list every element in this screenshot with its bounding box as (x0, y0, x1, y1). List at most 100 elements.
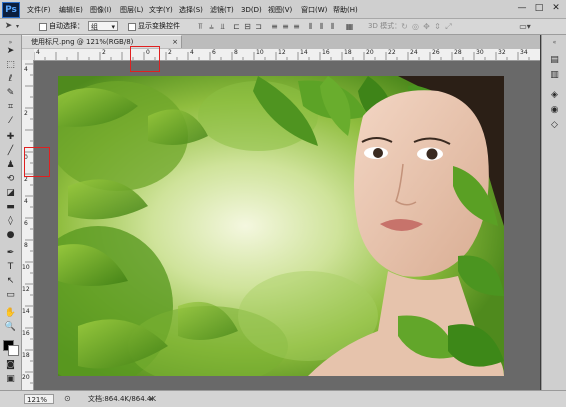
photo-leaves-woman (58, 76, 504, 376)
3d-slide-icon[interactable]: ⇕ (433, 22, 442, 31)
history-panel-icon[interactable]: ▤ (548, 55, 561, 66)
status-arrow-icon[interactable]: ▸ (150, 394, 154, 404)
ruler-v-label: 4 (24, 66, 28, 73)
align-hcenter-icon[interactable]: ⊟ (243, 22, 252, 31)
status-info-icon[interactable]: ⊙ (64, 394, 74, 404)
align-vcenter-icon[interactable]: ⫨ (207, 22, 216, 31)
show-transform-label: 显示变换控件 (138, 22, 180, 30)
ruler-h-label: 8 (234, 49, 238, 56)
eraser-icon[interactable]: ◪ (4, 188, 17, 199)
auto-align-icon[interactable]: ▦ (345, 22, 354, 31)
ruler-v-label: 8 (24, 242, 28, 249)
zoom-field[interactable]: 121% (24, 394, 54, 404)
3d-drag-icon[interactable]: ✥ (422, 22, 431, 31)
minimize-button[interactable]: — (515, 3, 529, 15)
menu-image[interactable]: 图像(I) (90, 4, 112, 16)
ruler-h-ticks (34, 52, 530, 60)
document-tab-title: 使用标尺.png @ 121%(RGB/8) (31, 38, 134, 46)
show-transform-checkbox[interactable] (128, 23, 136, 31)
move-tool-preset-icon[interactable]: ➤ (4, 22, 13, 31)
screen-mode-icon[interactable]: ▣ (4, 374, 17, 385)
menu-filter[interactable]: 滤镜(T) (210, 4, 234, 16)
distribute-right-icon[interactable]: ⦀ (328, 22, 337, 31)
background-color-swatch[interactable] (8, 345, 19, 356)
healing-icon[interactable]: ✚ (4, 132, 17, 143)
align-bottom-icon[interactable]: ⫫ (218, 22, 227, 31)
chevron-down-icon[interactable]: ▾ (13, 22, 22, 31)
align-right-icon[interactable]: ⊐ (254, 22, 263, 31)
zoom-icon[interactable]: 🔍 (4, 322, 17, 333)
hand-icon[interactable]: ✋ (4, 308, 17, 319)
align-left-icon[interactable]: ⊏ (232, 22, 241, 31)
right-panel-dock: « ▤ ▥ ◈ ◉ ◇ (541, 35, 566, 390)
gradient-icon[interactable]: ▬ (4, 202, 17, 213)
close-button[interactable]: ✕ (549, 3, 563, 15)
distribute-vcenter-icon[interactable]: ≡ (281, 22, 290, 31)
tab-bar: 使用标尺.png @ 121%(RGB/8) × (22, 35, 540, 50)
brush-icon[interactable]: ╱ (4, 146, 17, 157)
3d-roll-icon[interactable]: ◎ (411, 22, 420, 31)
menu-3d[interactable]: 3D(D) (241, 4, 262, 16)
ruler-h-label: 16 (322, 49, 330, 56)
maximize-button[interactable]: □ (532, 3, 546, 15)
expand-panels-icon[interactable]: « (548, 37, 561, 48)
menu-help[interactable]: 帮助(H) (333, 4, 358, 16)
clone-stamp-icon[interactable]: ♟ (4, 160, 17, 171)
pen-icon[interactable]: ✒ (4, 248, 17, 259)
menu-view[interactable]: 视图(V) (268, 4, 292, 16)
channels-panel-icon[interactable]: ◉ (548, 105, 561, 116)
ruler-h-label: 22 (388, 49, 396, 56)
type-icon[interactable]: T (4, 262, 17, 273)
ruler-h-label: 20 (366, 49, 374, 56)
auto-select-checkbox[interactable] (39, 23, 47, 31)
tab-close-icon[interactable]: × (172, 36, 178, 49)
document-window: 使用标尺.png @ 121%(RGB/8) × 4 2 0 2 4 6 8 1… (22, 35, 540, 390)
menu-layer[interactable]: 图层(L) (120, 4, 143, 16)
horizontal-ruler[interactable]: 4 2 0 2 4 6 8 10 12 14 16 18 20 22 24 26… (34, 49, 540, 61)
3d-rotate-icon[interactable]: ↻ (400, 22, 409, 31)
workspace-switcher-icon[interactable]: ▭▾ (512, 22, 538, 31)
menu-file[interactable]: 文件(F) (27, 4, 51, 16)
ruler-v-label: 6 (24, 220, 28, 227)
path-select-icon[interactable]: ↖ (4, 276, 17, 287)
3d-scale-icon[interactable]: ⤢ (444, 22, 453, 31)
ruler-h-label: 30 (476, 49, 484, 56)
distribute-bottom-icon[interactable]: ≡ (292, 22, 301, 31)
vertical-ruler[interactable]: 4 2 0 2 4 6 8 10 12 14 16 18 20 (22, 60, 34, 390)
shape-icon[interactable]: ▭ (4, 290, 17, 301)
ruler-h-label: 18 (344, 49, 352, 56)
blur-icon[interactable]: ◊ (4, 216, 17, 227)
ruler-origin-highlight-top (130, 46, 160, 72)
document-image[interactable] (58, 76, 504, 376)
3d-mode-label: 3D 模式： (368, 22, 402, 30)
quick-mask-icon[interactable]: ◙ (4, 360, 17, 371)
ruler-h-label: 12 (278, 49, 286, 56)
marquee-icon[interactable]: ⬚ (4, 60, 17, 71)
quick-select-icon[interactable]: ✎ (4, 88, 17, 99)
auto-select-value: 组 (91, 23, 98, 31)
ruler-v-label: 12 (22, 286, 30, 293)
distribute-top-icon[interactable]: ≡ (270, 22, 279, 31)
menu-edit[interactable]: 编辑(E) (59, 4, 83, 16)
dodge-icon[interactable]: ● (4, 230, 17, 241)
history-brush-icon[interactable]: ⟲ (4, 174, 17, 185)
menu-select[interactable]: 选择(S) (179, 4, 203, 16)
align-top-icon[interactable]: ⫪ (196, 22, 205, 31)
canvas-area[interactable] (34, 61, 540, 390)
lasso-icon[interactable]: ℓ (4, 74, 17, 85)
paths-panel-icon[interactable]: ◇ (548, 120, 561, 131)
ruler-v-label: 16 (22, 330, 30, 337)
properties-panel-icon[interactable]: ▥ (548, 70, 561, 81)
layers-panel-icon[interactable]: ◈ (548, 90, 561, 101)
photoshop-logo: Ps (2, 2, 20, 18)
auto-select-dropdown[interactable]: 组 ▾ (88, 21, 118, 31)
ruler-v-label: 20 (22, 374, 30, 381)
distribute-hcenter-icon[interactable]: ⦀ (317, 22, 326, 31)
eyedropper-icon[interactable]: ⁄ (4, 116, 17, 127)
crop-icon[interactable]: ⌗ (4, 102, 17, 113)
tools-panel: » ➤ ⬚ ℓ ✎ ⌗ ⁄ ✚ ╱ ♟ ⟲ ◪ ▬ ◊ ● ✒ T ↖ ▭ ✋ … (0, 35, 22, 390)
menu-window[interactable]: 窗口(W) (301, 4, 327, 16)
move-icon[interactable]: ➤ (4, 46, 17, 57)
distribute-left-icon[interactable]: ⦀ (306, 22, 315, 31)
menu-type[interactable]: 文字(Y) (149, 4, 173, 16)
